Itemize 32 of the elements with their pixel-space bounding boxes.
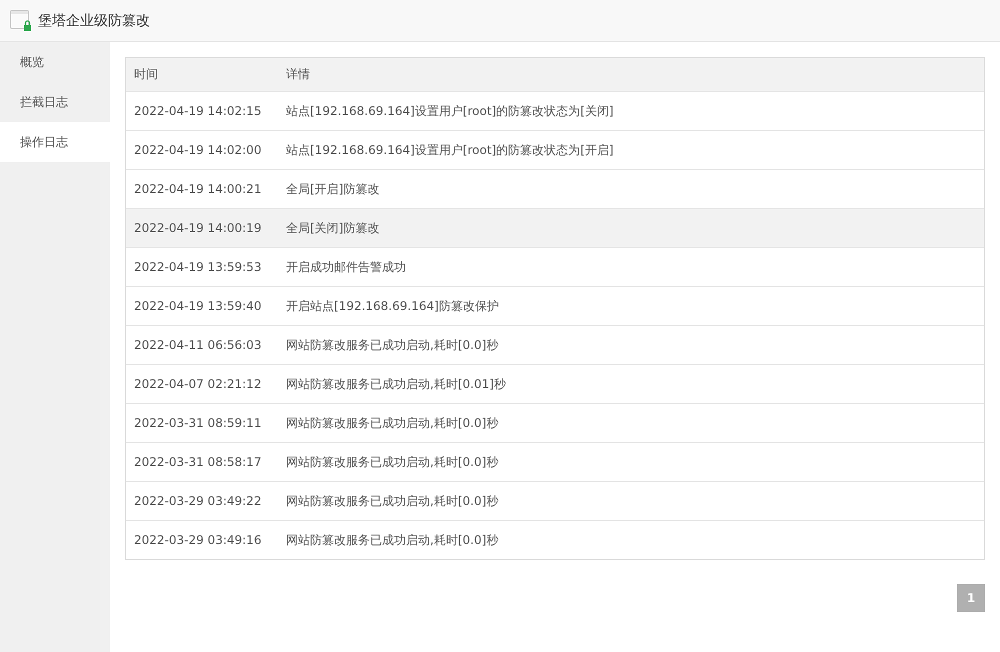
window-lock-icon (10, 10, 32, 32)
sidebar-item[interactable]: 概览 (0, 42, 110, 82)
detail-cell-text: 开启成功邮件告警成功 (286, 258, 407, 276)
time-cell-text: 2022-04-19 14:02:15 (133, 104, 262, 118)
detail-cell-text: 网站防篡改服务已成功启动,耗时[0.01]秒 (286, 376, 507, 392)
detail-cell-text: 网站防篡改服务已成功启动,耗时[0.0]秒 (286, 454, 500, 470)
detail-cell-text: 全局[关闭]防篡改 (286, 220, 380, 236)
time-cell-text: 2022-03-29 03:49:16 (133, 533, 262, 547)
detail-cell-text: 站点[192.168.69.164]设置用户[root]的防篡改状态为[开启] (286, 142, 615, 158)
time-cell-text: 2022-04-11 06:56:03 (133, 338, 262, 352)
sidebar-item[interactable]: 操作日志 (0, 122, 110, 162)
time-cell-text: 2022-03-31 08:59:11 (133, 416, 262, 430)
time-cell-text: 2022-03-29 03:49:22 (133, 494, 262, 508)
time-cell-text: 2022-04-19 14:00:21 (133, 182, 262, 196)
column-header: 详情 (286, 66, 311, 83)
sidebar-item[interactable]: 拦截日志 (0, 82, 110, 122)
column-header: 时间 (133, 66, 159, 83)
detail-cell-text: 网站防篡改服务已成功启动,耗时[0.0]秒 (286, 492, 500, 510)
time-cell-text: 2022-03-31 08:58:17 (133, 455, 262, 469)
table-row[interactable]: 2022-04-19 14:00:19 全局[关闭]防篡改 (126, 208, 984, 247)
detail-cell-text: 网站防篡改服务已成功启动,耗时[0.0]秒 (286, 336, 500, 354)
window-title: 堡塔企业级防篡改 (38, 12, 150, 30)
time-cell-text: 2022-04-19 13:59:40 (133, 299, 262, 313)
detail-cell-text: 网站防篡改服务已成功启动,耗时[0.0]秒 (286, 414, 500, 432)
detail-cell-text: 网站防篡改服务已成功启动,耗时[0.0]秒 (286, 532, 500, 548)
time-cell-text: 2022-04-07 02:21:12 (133, 377, 262, 391)
time-cell-text: 2022-04-19 14:00:19 (133, 221, 262, 235)
time-cell-text: 2022-04-19 14:02:00 (133, 143, 262, 157)
detail-cell-text: 全局[开启]防篡改 (286, 180, 380, 198)
detail-cell-text: 站点[192.168.69.164]设置用户[root]的防篡改状态为[关闭] (286, 102, 615, 120)
time-cell-text: 2022-04-19 13:59:53 (133, 260, 262, 274)
detail-cell-text: 开启站点[192.168.69.164]防篡改保护 (286, 298, 500, 314)
